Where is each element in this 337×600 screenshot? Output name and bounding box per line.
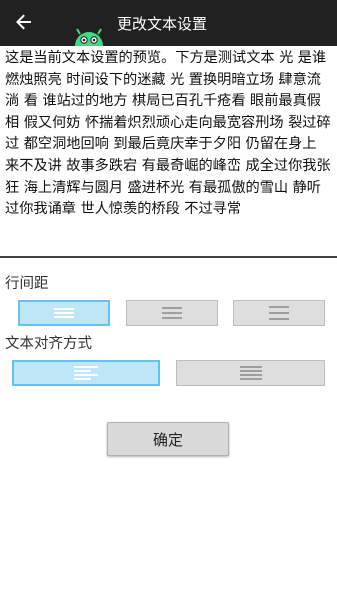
line-spacing-small-option[interactable]: [18, 300, 110, 326]
page-title: 更改文本设置: [117, 15, 208, 33]
align-left-icon: [74, 366, 98, 380]
text-preview: 这是当前文本设置的预览。下方是测试文本 光 是谁燃烛照亮 时间设下的迷藏 光 置…: [5, 50, 331, 218]
android-robot-icon: [75, 28, 103, 46]
line-spacing-small-icon: [54, 308, 74, 318]
arrow-left-icon: [16, 14, 31, 30]
divider: [0, 256, 337, 258]
align-justify-icon: [239, 366, 262, 380]
line-spacing-label: 行间距: [5, 276, 49, 292]
line-spacing-large-icon: [269, 306, 289, 320]
alignment-label: 文本对齐方式: [5, 336, 92, 352]
align-justify-option[interactable]: [176, 360, 325, 386]
line-spacing-medium-icon: [162, 307, 182, 319]
line-spacing-large-option[interactable]: [233, 300, 325, 326]
confirm-button[interactable]: 确定: [107, 422, 229, 456]
back-button[interactable]: [10, 8, 38, 36]
align-left-option[interactable]: [12, 360, 160, 386]
line-spacing-medium-option[interactable]: [126, 300, 218, 326]
app-bar: 更改文本设置: [0, 0, 337, 46]
